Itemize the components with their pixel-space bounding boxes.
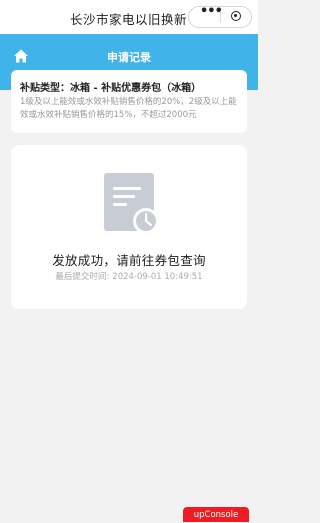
mini-program-nav-bar: 长沙市家电以旧换新 ••• (0, 0, 258, 34)
upconsole-button[interactable]: upConsole (183, 507, 249, 522)
submit-time: 最后提交时间: 2024-09-01 10:49:51 (11, 270, 247, 282)
subsidy-info-card: 补贴类型：冰箱 - 补贴优惠券包（冰箱） 1级及以上能效或水效补贴销售价格的20… (11, 70, 247, 133)
capsule-divider (220, 11, 221, 23)
capsule-menu: ••• (188, 4, 252, 28)
app-title: 长沙市家电以旧换新 (70, 12, 188, 27)
page-title: 申请记录 (107, 51, 151, 64)
status-message: 发放成功，请前往券包查询 (52, 253, 206, 268)
subsidy-type: 补贴类型：冰箱 - 补贴优惠券包（冰箱） (20, 83, 202, 94)
submit-time-label: 最后提交时间: (55, 272, 110, 282)
submit-time-value: 2024-09-01 10:49:51 (112, 272, 203, 282)
status-card: 发放成功，请前往券包查询 最后提交时间: 2024-09-01 10:49:51 (11, 145, 247, 309)
document-clock-icon (104, 173, 159, 234)
subsidy-description: 1级及以上能效或水效补贴销售价格的20%，2级及以上能效或水效补贴销售价格的15… (20, 97, 237, 120)
more-dots-icon[interactable]: ••• (200, 4, 223, 19)
close-circle-icon[interactable] (231, 11, 241, 21)
